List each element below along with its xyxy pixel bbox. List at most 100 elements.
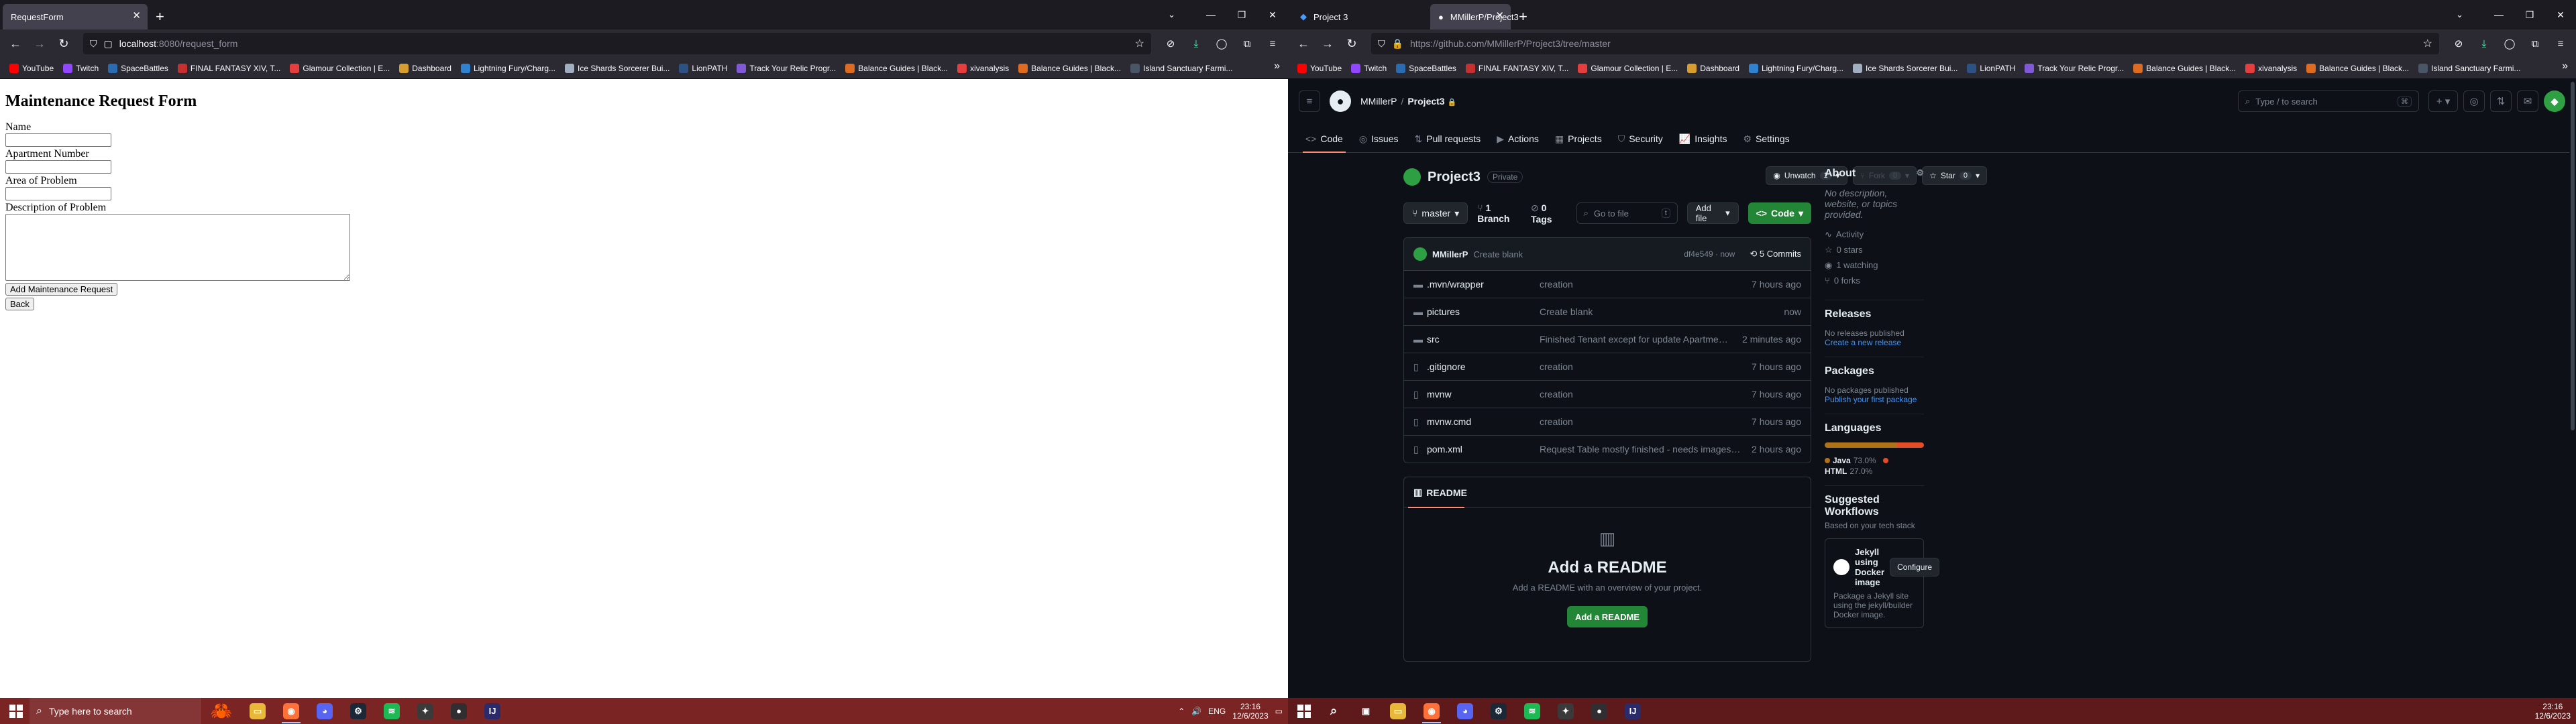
url-text[interactable]: localhost:8080/request_form [119, 38, 1128, 49]
file-name[interactable]: src [1427, 334, 1540, 345]
code-button[interactable]: <> Code ▾ [1748, 202, 1811, 224]
watching-link[interactable]: ◉ 1 watching [1825, 260, 1924, 271]
file-name[interactable]: pictures [1427, 306, 1540, 317]
file-row[interactable]: ▬ .mvn/wrapper creation 7 hours ago [1404, 270, 1811, 298]
shield-icon[interactable]: ⛉ [1378, 38, 1385, 50]
bookmark-item[interactable]: Balance Guides | Black... [2129, 60, 2240, 76]
readme-tab[interactable]: ▥ README [1404, 477, 1811, 508]
commit-hash[interactable]: df4e549 · now [1684, 249, 1735, 259]
extensions-icon[interactable]: ⧉ [1237, 34, 1257, 54]
spotify-taskbar-button[interactable]: ≋ [1516, 698, 1548, 724]
bookmark-item[interactable]: YouTube [5, 60, 58, 76]
repo-tab-settings[interactable]: ⚙ Settings [1736, 125, 1796, 152]
github-logo-icon[interactable]: ● [1330, 90, 1351, 112]
bookmark-item[interactable]: xivanalysis [953, 60, 1013, 76]
repo-link[interactable]: Project3 [1407, 96, 1444, 107]
bookmark-item[interactable]: Track Your Relic Progr... [2021, 60, 2128, 76]
activity-link[interactable]: ∿ Activity [1825, 229, 1924, 240]
owner-link[interactable]: MMillerP [1360, 96, 1397, 107]
shield-icon[interactable]: ⛉ [90, 38, 97, 50]
back-icon[interactable]: ← [1293, 34, 1313, 54]
menu-icon[interactable]: ≡ [2551, 34, 2571, 54]
task-view-button[interactable]: ▣ [1350, 698, 1382, 724]
file-commit-message[interactable]: Request Table mostly finished - needs im… [1540, 444, 1752, 455]
taskbar-search-button[interactable]: ⌕ [1318, 698, 1350, 724]
repo-tab-projects[interactable]: ▦ Projects [1548, 125, 1609, 152]
reload-icon[interactable]: ↻ [1342, 34, 1362, 54]
repo-tab-security[interactable]: ⛉ Security [1611, 125, 1670, 152]
menu-icon[interactable]: ≡ [1263, 34, 1283, 54]
obs-taskbar-button[interactable]: ● [443, 698, 475, 724]
tab-request-form[interactable]: RequestForm ✕ [3, 4, 148, 29]
go-to-file-input[interactable]: ⌕ Go to file t [1576, 202, 1678, 224]
steam-taskbar-button[interactable]: ⚙ [342, 698, 374, 724]
reload-icon[interactable]: ↻ [54, 34, 74, 54]
create-release-link[interactable]: Create a new release [1825, 338, 1924, 347]
tags-link[interactable]: ⊘ 0 Tags [1531, 202, 1567, 225]
back-button[interactable]: Back [5, 298, 34, 310]
language-indicator[interactable]: ENG [1208, 707, 1226, 716]
bookmark-item[interactable]: Island Sanctuary Farmi... [1126, 60, 1236, 76]
github-search[interactable]: ⌕ Type / to search ⌘ [2238, 90, 2419, 112]
commit-message[interactable]: Create blank [1473, 249, 1523, 259]
discord-taskbar-button[interactable]: ◕ [1449, 698, 1481, 724]
forward-icon[interactable]: → [30, 34, 50, 54]
download-icon[interactable]: ⤓ [1186, 34, 1206, 54]
commit-history-link[interactable]: ⟲ 5 Commits [1750, 249, 1801, 259]
bookmark-item[interactable]: LionPATH [1963, 60, 2019, 76]
intellij-taskbar-button[interactable]: IJ [1617, 698, 1649, 724]
start-button[interactable] [1291, 698, 1318, 724]
file-row[interactable]: ▯ mvnw.cmd creation 7 hours ago [1404, 408, 1811, 435]
releases-title[interactable]: Releases [1825, 308, 1924, 320]
branches-link[interactable]: ⑂ 1 Branch [1477, 202, 1521, 224]
download-icon[interactable]: ⤓ [2474, 34, 2494, 54]
repo-tab-pull-requests[interactable]: ⇅ Pull requests [1408, 125, 1488, 152]
bookmark-star-icon[interactable]: ☆ [2423, 37, 2432, 50]
firefox-taskbar-button[interactable]: ◉ [1415, 698, 1448, 724]
bookmark-item[interactable]: Dashboard [1683, 60, 1743, 76]
file-name[interactable]: mvnw [1427, 389, 1540, 400]
file-explorer-taskbar-button[interactable]: ▭ [1382, 698, 1414, 724]
settings-app-taskbar-button[interactable]: ✦ [409, 698, 441, 724]
account-icon[interactable]: ◯ [1212, 34, 1232, 54]
add-maintenance-request-button[interactable]: Add Maintenance Request [5, 283, 118, 296]
intellij-taskbar-button[interactable]: IJ [476, 698, 508, 724]
bookmark-item[interactable]: LionPATH [675, 60, 731, 76]
file-commit-message[interactable]: Create blank [1540, 306, 1784, 317]
stars-link[interactable]: ☆ 0 stars [1825, 245, 1924, 255]
bookmark-item[interactable]: Twitch [1347, 60, 1391, 76]
gear-icon[interactable]: ⚙ [1916, 168, 1924, 180]
bookmark-item[interactable]: FINAL FANTASY XIV, T... [1462, 60, 1573, 76]
page-info-icon[interactable]: ▢ [104, 38, 113, 50]
file-explorer-taskbar-button[interactable]: ▭ [241, 698, 274, 724]
description-textarea[interactable] [5, 214, 350, 281]
minimize-icon[interactable]: — [1195, 9, 1226, 20]
url-bar[interactable]: ⛉ ▢ localhost:8080/request_form ☆ [83, 33, 1151, 54]
bookmarks-overflow-icon[interactable]: » [1271, 60, 1283, 72]
hamburger-menu-icon[interactable]: ≡ [1299, 90, 1320, 112]
clock[interactable]: 23:16 12/6/2023 [2535, 702, 2571, 721]
repo-name[interactable]: Project3 [1428, 170, 1481, 185]
lock-icon[interactable]: 🔒 [1392, 38, 1403, 50]
pocket-icon[interactable]: ⊘ [2449, 34, 2469, 54]
back-icon[interactable]: ← [5, 34, 25, 54]
star-button[interactable]: ☆ Star 0 ▾ [1922, 166, 1987, 185]
close-window-icon[interactable]: ✕ [2545, 9, 2576, 21]
file-row[interactable]: ▬ src Finished Tenant except for update Ap… [1404, 325, 1811, 353]
tray-overflow-icon[interactable]: ⌃ [1178, 707, 1185, 716]
firefox-taskbar-button[interactable]: ◉ [275, 698, 307, 724]
file-name[interactable]: .mvn/wrapper [1427, 279, 1540, 290]
bookmark-item[interactable]: Track Your Relic Progr... [733, 60, 840, 76]
repo-tab-insights[interactable]: 📈 Insights [1672, 125, 1734, 152]
bookmark-item[interactable]: Dashboard [395, 60, 455, 76]
bookmark-item[interactable]: YouTube [1293, 60, 1346, 76]
file-commit-message[interactable]: Finished Tenant except for update Apartm… [1540, 334, 1742, 345]
file-name[interactable]: .gitignore [1427, 361, 1540, 372]
file-commit-message[interactable]: creation [1540, 361, 1752, 372]
add-file-button[interactable]: Add file ▾ [1686, 202, 1739, 224]
tab-github-repo[interactable]: ● MMillerP/Project3 ✕ [1430, 4, 1519, 29]
tab-list-chevron-icon[interactable]: ⌄ [1168, 9, 1175, 20]
spotify-taskbar-button[interactable]: ≋ [376, 698, 408, 724]
create-new-icon[interactable]: + ▾ [2428, 90, 2458, 112]
settings-app-taskbar-button[interactable]: ✦ [1550, 698, 1582, 724]
